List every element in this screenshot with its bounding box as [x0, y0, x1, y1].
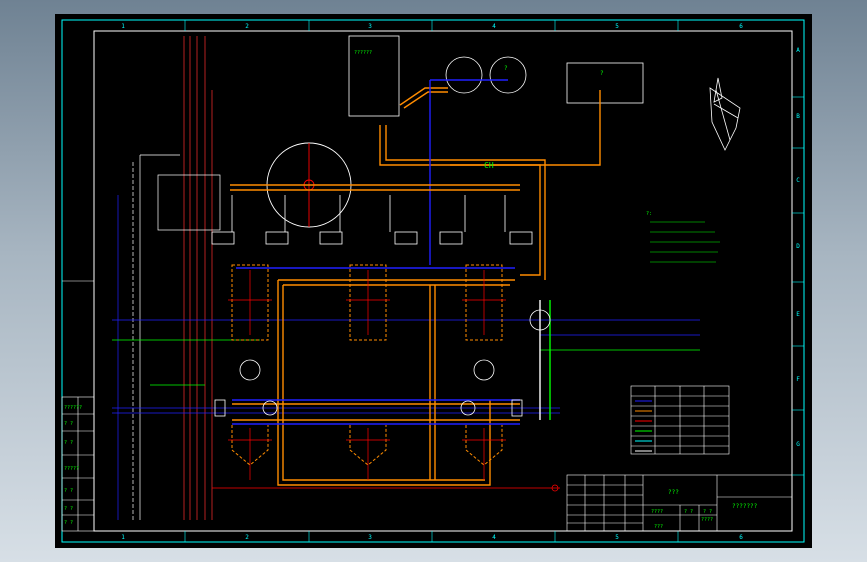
- stamp-text: ??????: [64, 405, 82, 411]
- stamp-text: ? ?: [64, 440, 73, 446]
- row-label: C: [796, 177, 800, 184]
- col-label: 1: [121, 534, 125, 541]
- col-label: 2: [245, 23, 249, 30]
- tank-label: ?: [504, 65, 508, 72]
- stamp-text: ? ?: [64, 488, 73, 494]
- notes-title: ?:: [646, 211, 652, 217]
- row-label: B: [796, 113, 800, 120]
- stamp-text: ? ?: [64, 506, 73, 512]
- drawing-sheet: [55, 14, 812, 548]
- stamp-text: ?????: [64, 466, 79, 472]
- row-label: F: [796, 376, 800, 383]
- drawing-name-text: ???????: [732, 503, 758, 510]
- col-label: 6: [739, 23, 743, 30]
- col-label: 4: [492, 23, 496, 30]
- col-label: 6: [739, 534, 743, 541]
- number-text: ????: [651, 509, 663, 515]
- row-label: A: [796, 47, 800, 54]
- col-label: 1: [121, 23, 125, 30]
- row-label: E: [796, 311, 800, 318]
- col-label: 3: [368, 23, 372, 30]
- room-label: ??????: [354, 50, 372, 56]
- title-text: ???: [668, 489, 679, 496]
- row-label: G: [796, 441, 800, 448]
- code-text: ????: [701, 517, 713, 523]
- pipe-label: CH: [484, 161, 494, 170]
- box-label: ?: [600, 70, 604, 77]
- scale-text: ? ?: [684, 509, 693, 515]
- col-label: 4: [492, 534, 496, 541]
- col-label: 3: [368, 534, 372, 541]
- cad-viewport[interactable]: 1 2 3 4 5 6 1 2 3 4 5 6 A B C D E F G ??…: [0, 0, 867, 562]
- sheet-text: ? ?: [703, 509, 712, 515]
- stamp-text: ? ?: [64, 520, 73, 526]
- extra-text: ???: [654, 524, 663, 530]
- col-label: 2: [245, 534, 249, 541]
- stamp-text: ? ?: [64, 421, 73, 427]
- col-label: 5: [615, 23, 619, 30]
- col-label: 5: [615, 534, 619, 541]
- row-label: D: [796, 243, 800, 250]
